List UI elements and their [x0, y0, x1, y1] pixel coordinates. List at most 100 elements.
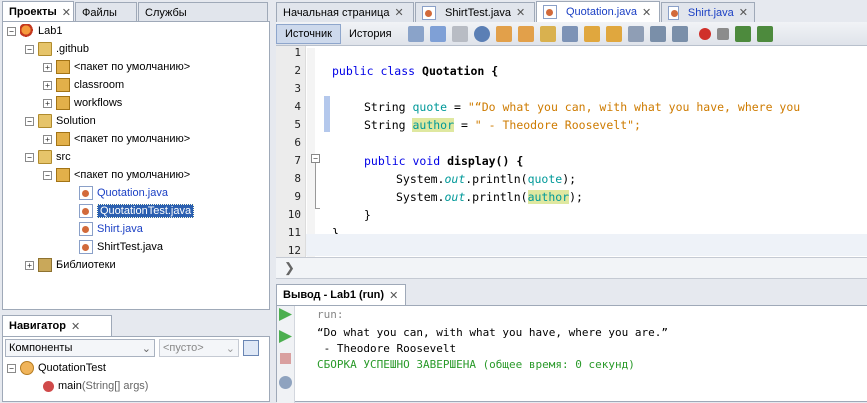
line-number: 5	[294, 118, 301, 131]
tab-label: Shirt.java	[687, 6, 734, 19]
fold-collapse-icon[interactable]: −	[311, 154, 320, 163]
collapse-icon[interactable]: −	[25, 116, 34, 126]
last-edit-icon[interactable]	[407, 25, 424, 42]
source-button[interactable]: Источник	[276, 23, 341, 44]
close-icon[interactable]: ✕	[739, 6, 748, 19]
toggle-bookmark-icon[interactable]	[627, 25, 644, 42]
field-name: author	[527, 190, 570, 204]
code-line-4: String quote = "“Do what you can, with w…	[364, 100, 800, 114]
package-icon	[56, 96, 70, 110]
tab-shirt[interactable]: Shirt.java ✕	[661, 2, 755, 22]
folder-icon	[38, 150, 52, 164]
tree-node-src[interactable]: − src	[25, 148, 71, 166]
tree-node-workflows[interactable]: + workflows	[43, 94, 122, 112]
tab-quotation[interactable]: Quotation.java ✕	[536, 1, 660, 22]
search-icon[interactable]	[473, 25, 490, 42]
output-line-run: run:	[317, 308, 344, 321]
navigator-sync-icon[interactable]	[243, 340, 259, 356]
tab-start-page[interactable]: Начальная страница ✕	[276, 2, 414, 22]
tab-output[interactable]: Вывод - Lab1 (run) ✕	[276, 284, 406, 305]
breadcrumb-arrow-icon[interactable]: ❯	[284, 260, 295, 276]
line-number: 11	[287, 226, 301, 239]
tab-navigator[interactable]: Навигатор ✕	[2, 315, 112, 336]
tree-node-quotation-java[interactable]: Quotation.java	[79, 184, 168, 202]
code-line-2: public class Quotation {	[332, 64, 498, 78]
navigator-filter-select[interactable]: Компоненты ⌄	[5, 339, 155, 357]
close-icon[interactable]: ✕	[394, 6, 403, 19]
expand-icon[interactable]: +	[43, 62, 52, 72]
forward-icon[interactable]	[451, 25, 468, 42]
tree-node-classroom[interactable]: + classroom	[43, 76, 124, 94]
expand-icon[interactable]: +	[43, 134, 52, 144]
code-editor[interactable]: 1 2 3 4 5 6 7 8 9 10 11 12 − public clas…	[276, 46, 867, 257]
tree-node-lab1[interactable]: − Lab1	[7, 22, 62, 40]
navigator-scope-select[interactable]: <пусто> ⌄	[159, 339, 239, 357]
library-icon	[38, 258, 52, 272]
navigator-scope-value: <пусто>	[163, 342, 204, 354]
tree-node-solution[interactable]: − Solution	[25, 112, 96, 130]
collapse-icon[interactable]: −	[25, 44, 34, 54]
line-number: 1	[294, 46, 301, 59]
rerun-icon[interactable]	[279, 308, 292, 321]
start-macro-icon[interactable]	[698, 27, 711, 40]
find-selection-icon[interactable]	[539, 25, 556, 42]
close-icon[interactable]: ✕	[389, 289, 398, 302]
close-icon[interactable]: ✕	[516, 6, 525, 19]
tab-projects[interactable]: Проекты ✕	[2, 1, 74, 22]
collapse-icon[interactable]: −	[43, 170, 52, 180]
tab-output-label: Вывод - Lab1 (run)	[283, 289, 385, 301]
line-number: 2	[294, 64, 301, 77]
uncomment-icon[interactable]	[756, 25, 773, 42]
output-line-quote: “Do what you can, with what you have, wh…	[317, 326, 668, 339]
tree-node-quotationtest-java[interactable]: QuotationTest.java	[79, 202, 195, 220]
rerun-with-params-icon[interactable]	[279, 330, 292, 343]
code-token: .println(	[465, 172, 528, 186]
toggle-highlight-icon[interactable]	[561, 25, 578, 42]
shift-right-icon[interactable]	[671, 25, 688, 42]
tab-files-label: Файлы	[82, 6, 117, 19]
java-file-icon	[79, 204, 93, 218]
navigator-method-params: (String[] args)	[81, 380, 149, 392]
navigator-method-node[interactable]: main (String[] args)	[43, 377, 148, 395]
tree-node-package[interactable]: + <пакет по умолчанию>	[43, 58, 190, 76]
history-button[interactable]: История	[341, 24, 400, 44]
package-icon	[56, 60, 70, 74]
close-icon[interactable]: ✕	[642, 6, 651, 19]
expand-icon[interactable]: +	[43, 98, 52, 108]
class-name: Quotation {	[415, 64, 499, 78]
shift-left-icon[interactable]	[649, 25, 666, 42]
tree-node-libraries[interactable]: + Библиотеки	[25, 256, 116, 274]
collapse-icon[interactable]: −	[7, 363, 16, 373]
find-next-icon[interactable]	[517, 25, 534, 42]
settings-icon[interactable]	[279, 376, 292, 389]
folder-icon	[38, 114, 52, 128]
tab-files[interactable]: Файлы	[75, 2, 137, 22]
comment-icon[interactable]	[734, 25, 751, 42]
tree-node-shirt-java[interactable]: Shirt.java	[79, 220, 143, 238]
tab-shirttest[interactable]: ShirtTest.java ✕	[415, 2, 535, 22]
expand-icon[interactable]: +	[25, 260, 34, 270]
tree-node-package[interactable]: + <пакет по умолчанию>	[43, 130, 190, 148]
find-previous-icon[interactable]	[495, 25, 512, 42]
tree-node-github[interactable]: − .github	[25, 40, 89, 58]
navigator-panel: Компоненты ⌄ <пусто> ⌄ − QuotationTest main…	[2, 336, 270, 402]
stop-macro-icon[interactable]	[716, 27, 729, 40]
tab-services[interactable]: Службы	[138, 2, 268, 22]
stop-icon[interactable]	[280, 353, 291, 364]
next-bookmark-icon[interactable]	[605, 25, 622, 42]
previous-bookmark-icon[interactable]	[583, 25, 600, 42]
close-icon[interactable]: ✕	[71, 320, 80, 333]
output-tabstrip: Вывод - Lab1 (run) ✕	[276, 284, 867, 305]
code-line-8: System.out.println(quote);	[396, 172, 576, 186]
back-icon[interactable]	[429, 25, 446, 42]
collapse-icon[interactable]: −	[25, 152, 34, 162]
tree-node-shirttest-java[interactable]: ShirtTest.java	[79, 238, 163, 256]
close-icon[interactable]: ✕	[62, 6, 71, 19]
navigator-class-node[interactable]: − QuotationTest	[7, 359, 106, 377]
operator: =	[447, 100, 468, 114]
expand-icon[interactable]: +	[43, 80, 52, 90]
method-name: display() {	[440, 154, 524, 168]
line-number: 7	[294, 154, 301, 167]
collapse-icon[interactable]: −	[7, 26, 16, 36]
tree-node-package[interactable]: − <пакет по умолчанию>	[43, 166, 190, 184]
